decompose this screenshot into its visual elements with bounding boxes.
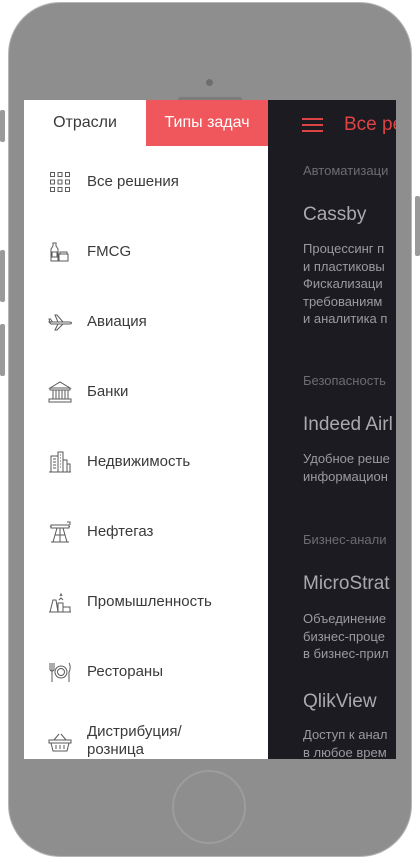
drawer-item-distribution-retail[interactable]: Дистрибуция/ розница <box>24 718 268 759</box>
solution-title[interactable]: Cassby <box>303 204 366 226</box>
volume-down-button <box>0 324 5 376</box>
section-category: Автоматизаци <box>303 163 389 178</box>
drawer-item-oil-gas[interactable]: Нефтегаз <box>24 508 268 556</box>
solution-description: Доступ к анал в любое врем <box>303 727 388 759</box>
main-content: Все ре Автоматизаци Cassby Процессинг п … <box>268 100 396 759</box>
drawer-item-label: Промышленность <box>87 593 212 610</box>
power-button <box>415 196 420 256</box>
grid-icon <box>48 170 72 194</box>
cutlery-icon <box>48 660 72 684</box>
drawer-item-label: Все решения <box>87 173 179 190</box>
tab-industries[interactable]: Отрасли <box>24 100 146 146</box>
front-camera <box>206 79 213 86</box>
buildings-icon <box>48 450 72 474</box>
oil-pump-icon <box>48 520 72 544</box>
airplane-icon <box>48 310 72 334</box>
bottle-icon <box>48 240 72 264</box>
drawer-item-banks[interactable]: Банки <box>24 368 268 416</box>
solution-title[interactable]: QlikView <box>303 691 377 713</box>
solution-description: Объединение бизнес-проце в бизнес-прил <box>303 611 389 661</box>
drawer-item-label: Нефтегаз <box>87 523 154 540</box>
factory-icon <box>48 590 72 614</box>
drawer-item-label: Банки <box>87 383 129 400</box>
drawer-item-label: Недвижимость <box>87 453 191 470</box>
solution-title[interactable]: Indeed Airl <box>303 414 393 436</box>
bank-icon <box>48 380 72 404</box>
basket-icon <box>48 730 72 754</box>
drawer-item-fmcg[interactable]: FMCG <box>24 228 268 276</box>
drawer-item-label: Авиация <box>87 313 147 330</box>
drawer-item-label: Дистрибуция/ розница <box>87 723 182 758</box>
section-category: Безопасность <box>303 373 386 388</box>
solution-description: Процессинг п и пластиковы Фискализаци тр… <box>303 241 388 326</box>
page-title: Все ре <box>344 114 396 135</box>
drawer-item-all-solutions[interactable]: Все решения <box>24 158 268 206</box>
drawer-item-label: FMCG <box>87 243 132 260</box>
volume-up-button <box>0 250 5 302</box>
industry-drawer: Отрасли Типы задач Все решения FMCG Авиа… <box>24 100 268 759</box>
solution-description: Удобное реше информацион <box>303 451 390 484</box>
drawer-item-aviation[interactable]: Авиация <box>24 298 268 346</box>
menu-icon[interactable] <box>302 118 323 132</box>
drawer-item-restaurants[interactable]: Рестораны <box>24 648 268 696</box>
solution-title[interactable]: MicroStrat <box>303 573 390 595</box>
mute-switch <box>0 110 5 142</box>
section-category: Бизнес-анали <box>303 532 387 547</box>
drawer-tabs: Отрасли Типы задач <box>24 100 268 146</box>
tab-task-types[interactable]: Типы задач <box>146 100 268 146</box>
drawer-item-label: Рестораны <box>87 663 163 680</box>
drawer-item-real-estate[interactable]: Недвижимость <box>24 438 268 486</box>
home-button[interactable] <box>172 770 246 844</box>
app-screen: Все ре Автоматизаци Cassby Процессинг п … <box>24 100 396 759</box>
drawer-item-industry[interactable]: Промышленность <box>24 578 268 626</box>
